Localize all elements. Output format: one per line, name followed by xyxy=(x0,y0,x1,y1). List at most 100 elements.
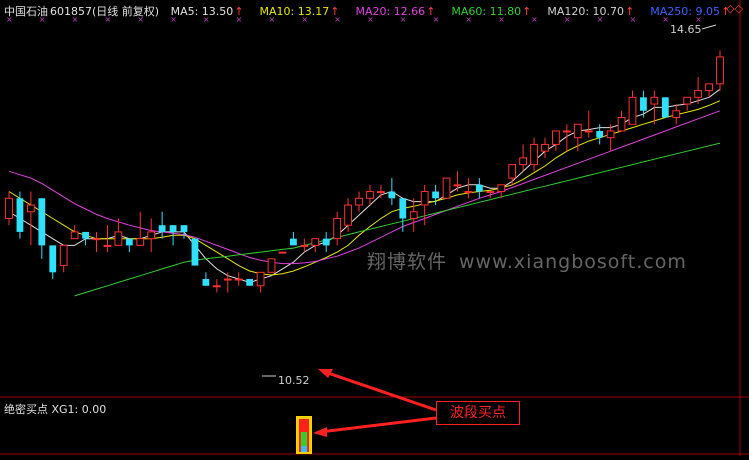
candle-body xyxy=(584,130,593,133)
candle-body xyxy=(202,279,210,286)
candle-body xyxy=(628,96,637,125)
candle xyxy=(366,184,374,205)
candle-body xyxy=(606,130,615,139)
ma-legend: MA5: 13.50↑ MA10: 13.17↑ MA20: 12.66↑ MA60:… xyxy=(171,5,747,18)
candle-body xyxy=(246,279,254,286)
watermark: 翔博软件 www.xiangbosoft.com xyxy=(367,247,687,274)
candle xyxy=(541,137,549,158)
candle-body xyxy=(399,198,407,219)
candle-body xyxy=(38,198,46,246)
trend-arrow-icon: ↑ xyxy=(522,5,532,18)
candle-body xyxy=(136,238,145,246)
candle-body xyxy=(672,110,681,119)
candle-body xyxy=(234,278,243,281)
period-label: (日线 前复权) xyxy=(92,5,160,18)
candle-body xyxy=(191,238,199,266)
ma-legend-item: MA120: 10.70↑ xyxy=(547,5,635,18)
candle xyxy=(191,238,199,266)
candle-body xyxy=(70,231,79,240)
candle xyxy=(333,211,342,246)
candle-body xyxy=(322,238,330,246)
candle xyxy=(453,171,462,192)
buy-signal-bar xyxy=(296,416,312,454)
candle xyxy=(311,238,320,253)
candle-body xyxy=(377,191,385,194)
candle-body xyxy=(169,225,177,232)
candle-body xyxy=(596,130,604,138)
trend-arrow-icon: ↑ xyxy=(234,5,244,18)
candle xyxy=(49,245,57,280)
candle-body xyxy=(573,123,582,139)
indicator-value: XG1: 0.00 xyxy=(51,403,107,416)
candle-body xyxy=(333,217,342,240)
candle xyxy=(202,272,210,286)
candle xyxy=(70,225,79,240)
candle xyxy=(158,211,166,239)
candle-body xyxy=(212,285,221,288)
candle-body xyxy=(92,238,101,241)
signal-base xyxy=(301,446,307,452)
ma-legend-item: MA5: 13.50↑ xyxy=(170,5,244,18)
candle xyxy=(464,178,473,199)
candle-body xyxy=(464,191,473,194)
chart-canvas: × × × × × × × × × × × × × × × × × × × × × × 14.65 10.52 xyxy=(0,0,749,456)
candle-body xyxy=(355,197,363,206)
candle xyxy=(486,191,495,199)
candle xyxy=(672,104,681,125)
candle xyxy=(519,144,527,172)
candle xyxy=(661,97,669,118)
kline-chart[interactable]: × × × × × × × × × × × × × × × × × × × × × × 14.65 10.52 中国石油 6… xyxy=(0,0,749,456)
settings-icon[interactable]: ◇◇ xyxy=(726,2,743,15)
candle xyxy=(716,50,724,91)
candle-body xyxy=(82,231,89,239)
candle xyxy=(180,225,188,239)
candle xyxy=(617,110,626,132)
candle xyxy=(399,198,407,232)
high-price-label: 14.65 xyxy=(670,23,702,36)
candle-body xyxy=(716,56,724,85)
candle-body xyxy=(497,184,506,193)
candle-body xyxy=(442,177,451,199)
trend-arrow-icon: ↑ xyxy=(426,5,436,18)
candle-body xyxy=(486,191,495,194)
watermark-url: www.xiangbosoft.com xyxy=(459,251,687,273)
candle-body xyxy=(683,96,692,105)
candle-body xyxy=(366,191,374,199)
candle xyxy=(125,238,133,253)
candle xyxy=(388,178,396,205)
candle-body xyxy=(453,184,462,187)
candle-body xyxy=(290,238,297,246)
candle xyxy=(267,258,276,273)
candle xyxy=(212,279,221,293)
candle xyxy=(16,191,24,239)
candle-body xyxy=(344,204,352,226)
candle-body xyxy=(475,184,483,192)
trend-arrow-icon: ↑ xyxy=(625,5,635,18)
signal-core xyxy=(301,432,307,446)
candle-body xyxy=(311,238,320,246)
watermark-cn: 翔博软件 xyxy=(367,251,448,273)
callout-arrows xyxy=(313,369,437,437)
candle-body xyxy=(530,143,538,166)
candle-body xyxy=(278,251,287,254)
candle-body xyxy=(661,97,669,118)
chart-header: 中国石油 601857(日线 前复权) MA5: 13.50↑ MA10: 13.1… xyxy=(4,3,749,18)
trend-arrow-icon: ↑ xyxy=(330,5,340,18)
candle xyxy=(683,96,692,111)
low-price-label: 10.52 xyxy=(278,374,310,387)
candle xyxy=(246,279,254,286)
candle-body xyxy=(26,204,35,213)
candle-body xyxy=(59,244,68,267)
candle-body xyxy=(617,117,626,132)
candle-body xyxy=(694,90,703,98)
candle-body xyxy=(640,97,647,111)
candle xyxy=(290,231,297,246)
candle-body xyxy=(650,96,659,105)
candle-body xyxy=(541,143,549,152)
candle-body xyxy=(158,225,166,232)
candle xyxy=(475,178,483,199)
candle xyxy=(552,130,560,152)
ma-legend-item: MA20: 12.66↑ xyxy=(355,5,436,18)
candle xyxy=(584,110,593,138)
candle-body xyxy=(267,258,276,273)
